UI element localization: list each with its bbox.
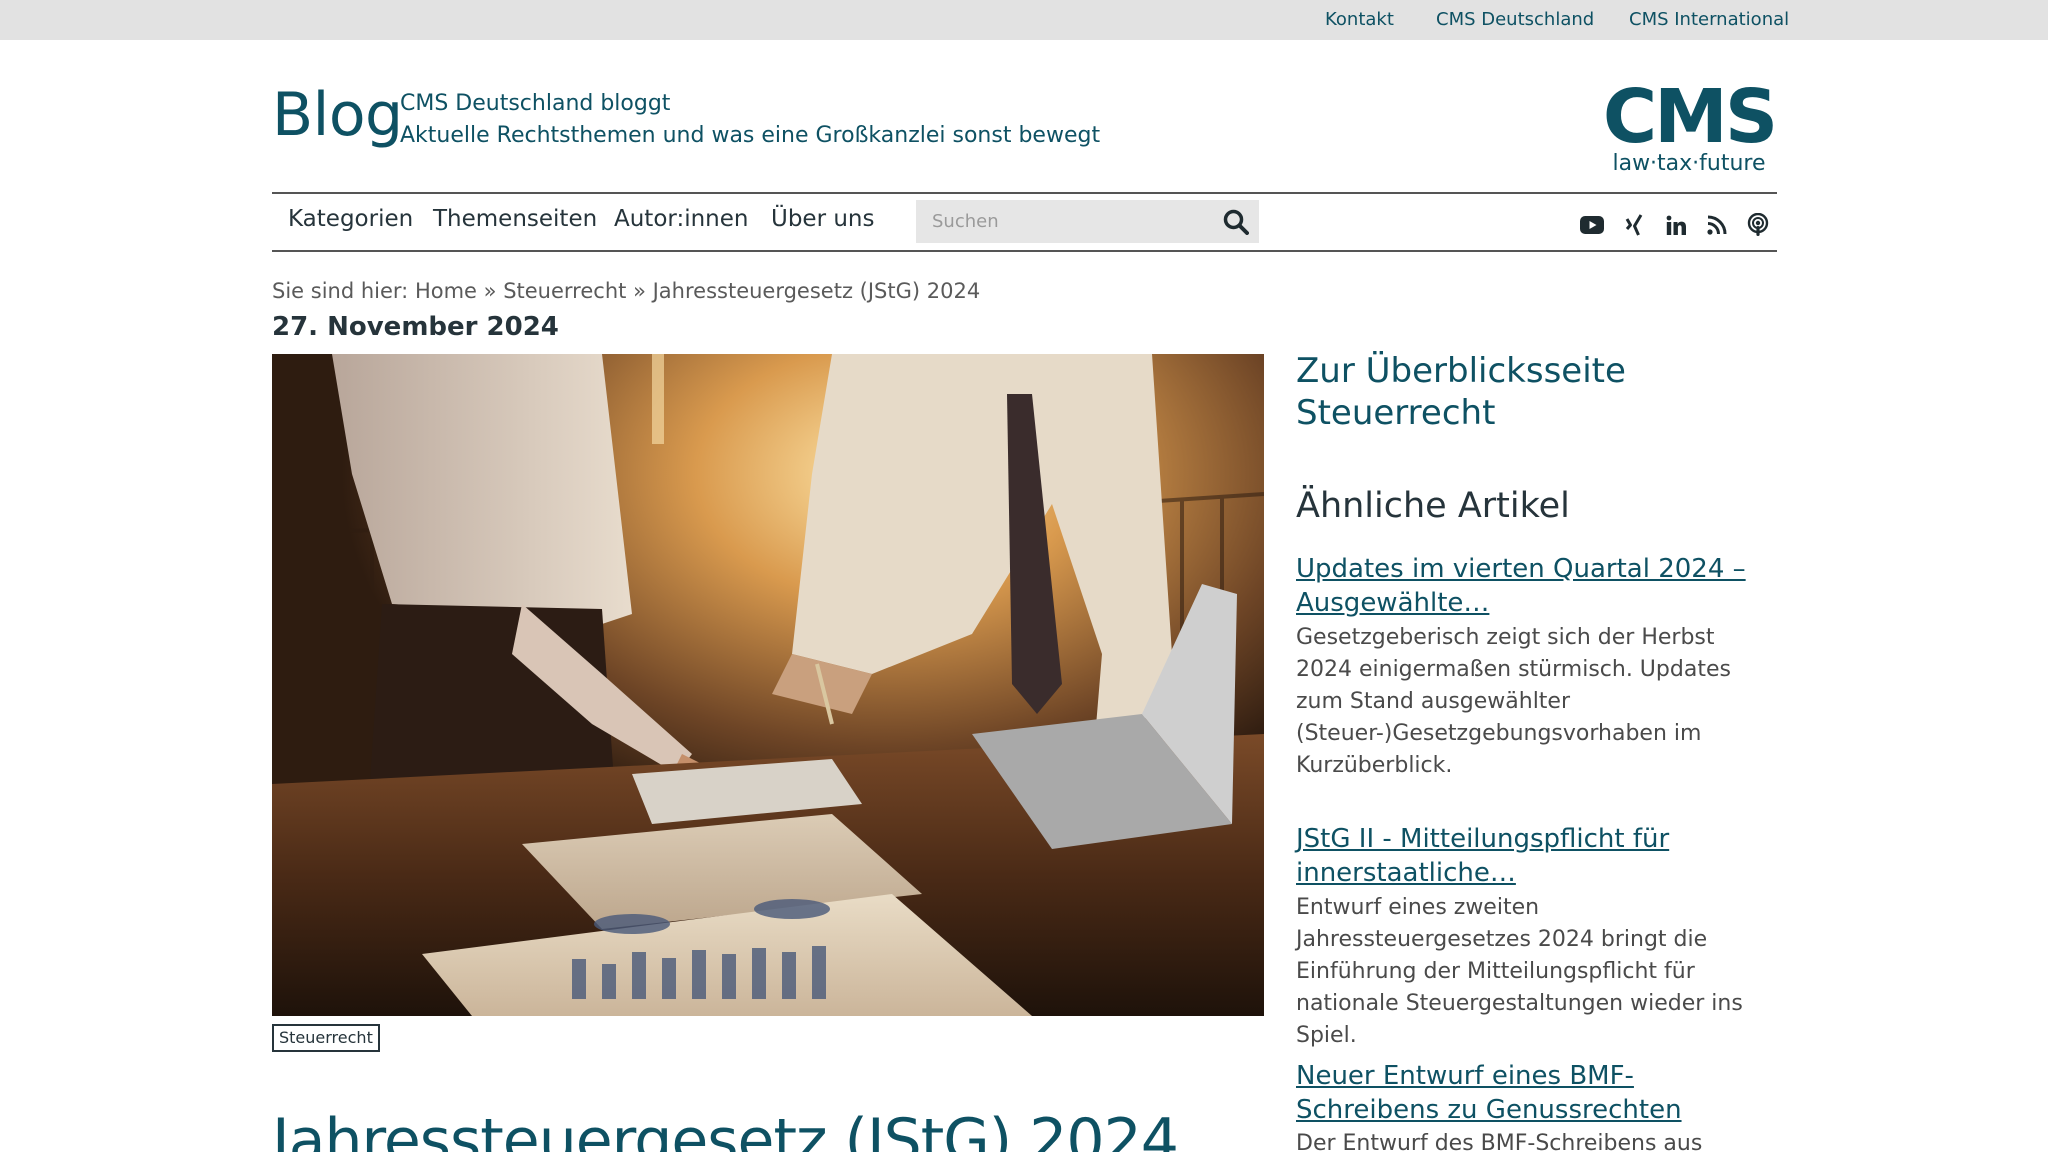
linkedin-icon [1666, 215, 1686, 235]
topbar-link-cms-deutschland[interactable]: CMS Deutschland [1436, 9, 1594, 30]
related-article-title[interactable]: JStG II - Mitteilungspflicht für innerst… [1296, 822, 1776, 890]
youtube-icon [1580, 216, 1604, 234]
logo-subtext: law·tax·future [1612, 151, 1765, 172]
xing-icon [1625, 214, 1643, 236]
tagline-primary: CMS Deutschland bloggt [400, 91, 671, 116]
breadcrumb-current: Jahressteuergesetz (JStG) 2024 [652, 279, 981, 303]
utility-bar: Kontakt CMS Deutschland CMS Internationa… [0, 0, 2048, 40]
linkedin-link[interactable] [1663, 212, 1689, 238]
related-article-teaser: Der Entwurf des BMF-Schreibens aus [1296, 1131, 1703, 1152]
podcast-link[interactable] [1745, 212, 1771, 238]
related-article-title[interactable]: Neuer Entwurf eines BMF-Schreibens zu Ge… [1296, 1059, 1776, 1127]
rss-icon [1707, 215, 1727, 235]
tagline-secondary: Aktuelle Rechtsthemen und was eine Großk… [400, 123, 1101, 148]
nav-item-autorinnen[interactable]: Autor:innen [614, 206, 748, 232]
related-article-teaser: Entwurf eines zweiten Jahressteuergesetz… [1296, 895, 1743, 1048]
search-box [916, 200, 1259, 243]
cms-logo[interactable]: CMS law·tax·future [1600, 76, 1778, 172]
breadcrumb-home[interactable]: Home [415, 279, 477, 303]
overview-link-steuerrecht[interactable]: Zur Überblicksseite Steuerrecht [1296, 350, 1776, 434]
xing-link[interactable] [1621, 212, 1647, 238]
nav-item-ueber-uns[interactable]: Über uns [771, 206, 875, 232]
blog-title[interactable]: Blog [272, 80, 403, 150]
search-input[interactable] [916, 200, 1206, 243]
nav-item-kategorien[interactable]: Kategorien [288, 206, 413, 232]
nav-bottom-rule [272, 250, 1777, 252]
search-icon [1223, 209, 1249, 235]
similar-articles-heading: Ähnliche Artikel [1296, 486, 1570, 526]
rss-link[interactable] [1704, 212, 1730, 238]
nav-top-rule [272, 192, 1777, 194]
article-date: 27. November 2024 [272, 312, 559, 342]
breadcrumb-separator: » [483, 279, 497, 303]
logo-text: CMS [1603, 76, 1775, 160]
topbar-link-cms-international[interactable]: CMS International [1629, 9, 1789, 30]
youtube-link[interactable] [1579, 212, 1605, 238]
related-article-title[interactable]: Updates im vierten Quartal 2024 – Ausgew… [1296, 552, 1776, 620]
search-button[interactable] [1212, 200, 1259, 243]
breadcrumb: Sie sind hier: Home » Steuerrecht » Jahr… [272, 279, 980, 303]
breadcrumb-prefix: Sie sind hier: [272, 279, 409, 303]
article-hero-image [272, 354, 1264, 1016]
topbar-link-kontakt[interactable]: Kontakt [1325, 9, 1394, 30]
nav-item-themenseiten[interactable]: Themenseiten [433, 206, 597, 232]
podcast-icon [1747, 213, 1769, 236]
category-tag[interactable]: Steuerrecht [272, 1024, 380, 1052]
breadcrumb-separator: » [633, 279, 646, 303]
related-article-teaser: Gesetzgeberisch zeigt sich der Herbst 20… [1296, 625, 1731, 778]
breadcrumb-steuerrecht[interactable]: Steuerrecht [503, 279, 626, 303]
article-title: Jahressteuergesetz (JStG) 2024 [272, 1106, 1179, 1152]
